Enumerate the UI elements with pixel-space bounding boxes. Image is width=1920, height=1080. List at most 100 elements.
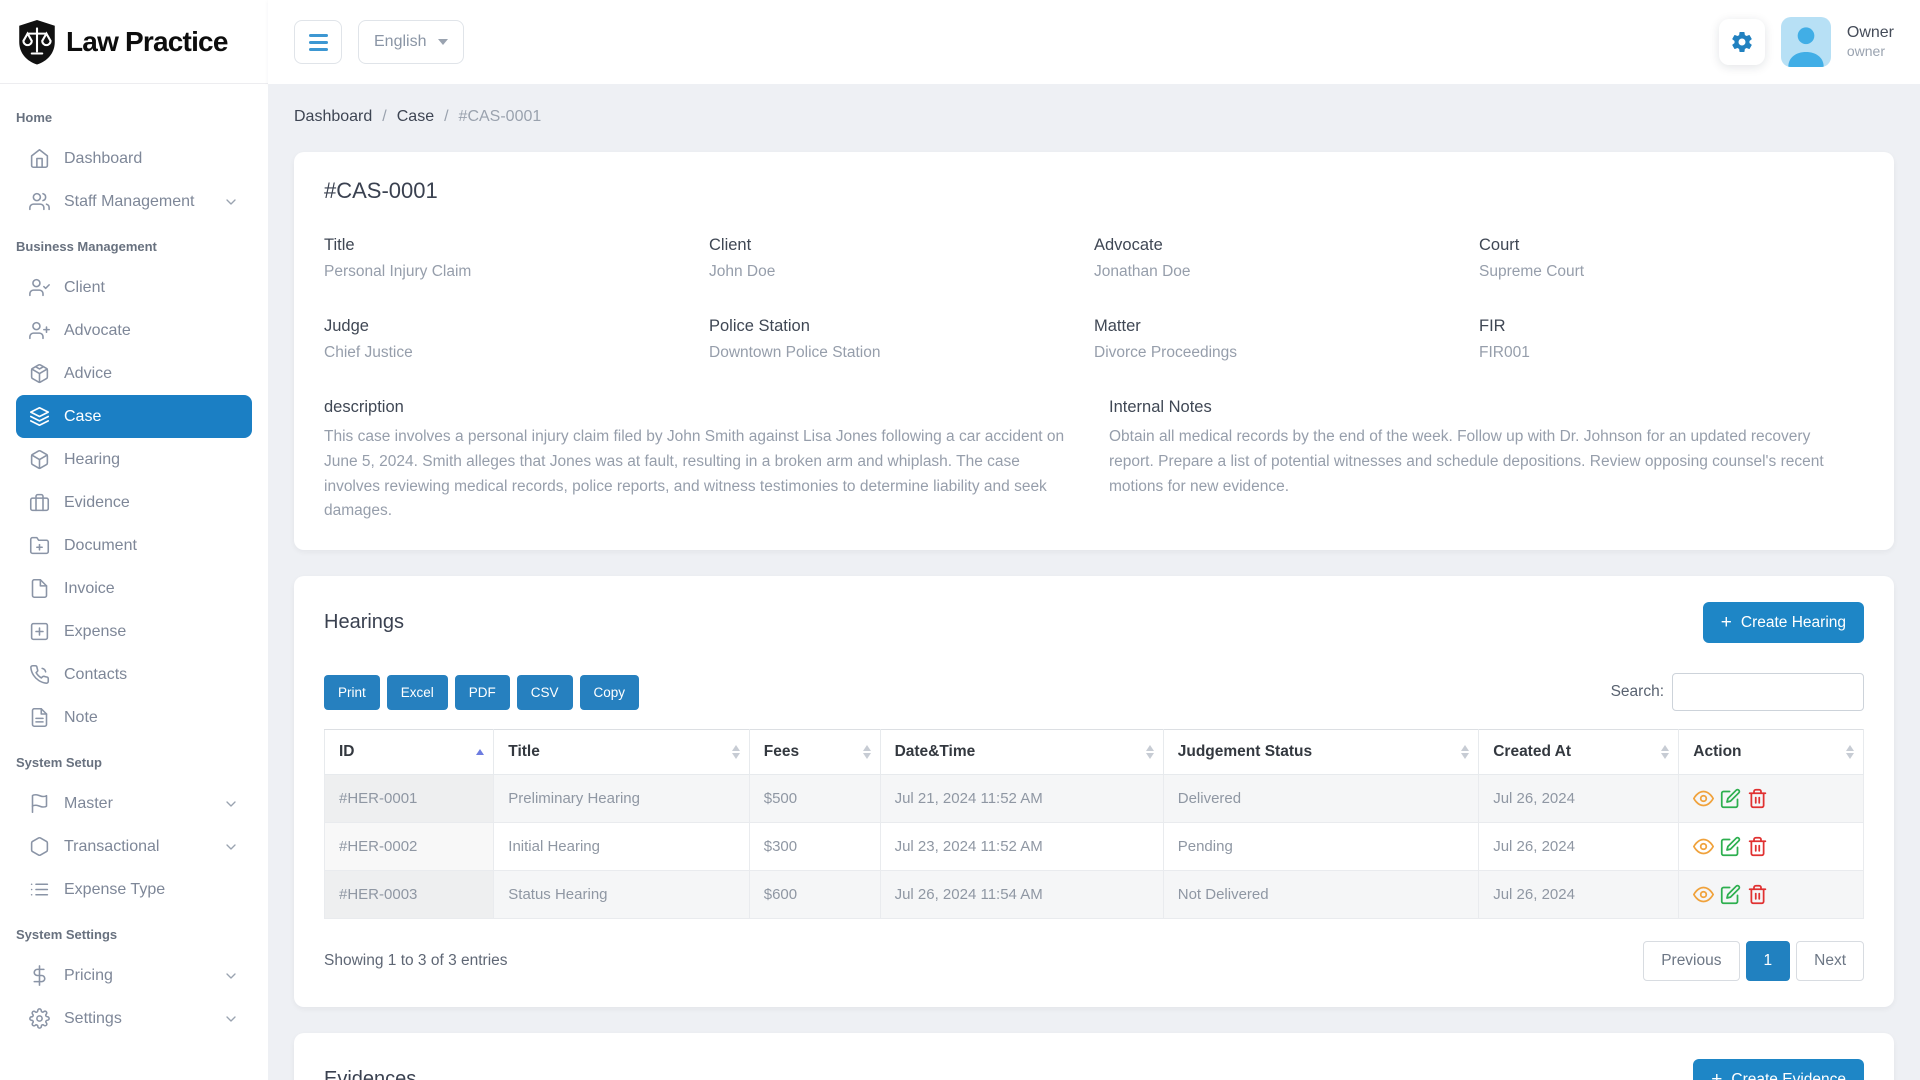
gear-icon bbox=[29, 1008, 50, 1029]
col-judgement-status[interactable]: Judgement Status bbox=[1163, 730, 1478, 775]
breadcrumb-current: #CAS-0001 bbox=[459, 108, 542, 126]
sidebar-item-case[interactable]: Case bbox=[16, 395, 252, 438]
delete-icon[interactable] bbox=[1747, 788, 1768, 809]
sidebar-item-label: Staff Management bbox=[64, 193, 194, 211]
case-number-title: #CAS-0001 bbox=[324, 178, 1864, 204]
sidebar-item-evidence[interactable]: Evidence bbox=[16, 481, 252, 524]
sidebar-item-label: Expense bbox=[64, 623, 126, 641]
user-plus-icon bbox=[29, 320, 50, 341]
sidebar-item-label: Document bbox=[64, 537, 137, 555]
page-1-button[interactable]: 1 bbox=[1746, 941, 1791, 981]
user-block[interactable]: Owner owner bbox=[1847, 23, 1894, 61]
col-created-at[interactable]: Created At bbox=[1479, 730, 1679, 775]
sidebar-item-label: Invoice bbox=[64, 580, 115, 598]
hearings-table: ID Title Fees Date&Time Judgement Status… bbox=[324, 729, 1864, 919]
sidebar-item-transactional[interactable]: Transactional bbox=[16, 825, 252, 868]
hearings-search-input[interactable] bbox=[1672, 673, 1864, 711]
sidebar-item-invoice[interactable]: Invoice bbox=[16, 567, 252, 610]
shield-scales-icon bbox=[16, 19, 58, 65]
col-title[interactable]: Title bbox=[494, 730, 749, 775]
edit-icon[interactable] bbox=[1720, 884, 1741, 905]
app-title: Law Practice bbox=[66, 26, 228, 58]
sort-asc-icon bbox=[476, 749, 484, 755]
sidebar-item-dashboard[interactable]: Dashboard bbox=[16, 137, 252, 180]
copy-button[interactable]: Copy bbox=[580, 675, 640, 710]
create-evidence-button[interactable]: + Create Evidence bbox=[1693, 1059, 1864, 1080]
table-row: #HER-0001 Preliminary Hearing $500 Jul 2… bbox=[325, 775, 1864, 823]
delete-icon[interactable] bbox=[1747, 836, 1768, 857]
view-icon[interactable] bbox=[1693, 836, 1714, 857]
sidebar-item-expense[interactable]: Expense bbox=[16, 610, 252, 653]
sidebar-item-hearing[interactable]: Hearing bbox=[16, 438, 252, 481]
settings-button[interactable] bbox=[1719, 19, 1765, 65]
breadcrumb: Dashboard / Case / #CAS-0001 bbox=[294, 108, 1894, 126]
sidebar-item-label: Evidence bbox=[64, 494, 130, 512]
table-info: Showing 1 to 3 of 3 entries bbox=[324, 952, 508, 970]
col-id[interactable]: ID bbox=[325, 730, 494, 775]
menu-toggle-button[interactable] bbox=[294, 20, 342, 64]
evidences-title: Evidences bbox=[324, 1068, 416, 1080]
sidebar-item-client[interactable]: Client bbox=[16, 266, 252, 309]
topbar: English Owner owner bbox=[268, 0, 1920, 84]
sidebar-item-label: Pricing bbox=[64, 967, 113, 985]
language-value: English bbox=[374, 33, 426, 51]
csv-button[interactable]: CSV bbox=[517, 675, 573, 710]
sidebar-item-master[interactable]: Master bbox=[16, 782, 252, 825]
pdf-button[interactable]: PDF bbox=[455, 675, 510, 710]
folder-plus-icon bbox=[29, 535, 50, 556]
sidebar-item-label: Advice bbox=[64, 365, 112, 383]
sidebar-item-settings[interactable]: Settings bbox=[16, 997, 252, 1040]
user-check-icon bbox=[29, 277, 50, 298]
hearings-card: Hearings + Create Hearing Print Excel PD… bbox=[294, 576, 1894, 1007]
table-row: #HER-0003 Status Hearing $600 Jul 26, 20… bbox=[325, 871, 1864, 919]
caret-down-icon bbox=[438, 39, 448, 45]
sidebar-item-staff-management[interactable]: Staff Management bbox=[16, 180, 252, 223]
codesandbox-icon bbox=[29, 363, 50, 384]
col-action[interactable]: Action bbox=[1679, 730, 1864, 775]
delete-icon[interactable] bbox=[1747, 884, 1768, 905]
excel-button[interactable]: Excel bbox=[387, 675, 448, 710]
view-icon[interactable] bbox=[1693, 884, 1714, 905]
field-judge: Judge Chief Justice bbox=[324, 317, 709, 362]
layers-icon bbox=[29, 406, 50, 427]
sidebar-item-expense-type[interactable]: Expense Type bbox=[16, 868, 252, 911]
status-badge: Delivered bbox=[1163, 775, 1478, 823]
chevron-down-icon bbox=[223, 194, 239, 210]
language-dropdown[interactable]: English bbox=[358, 20, 464, 64]
breadcrumb-dashboard[interactable]: Dashboard bbox=[294, 108, 372, 126]
edit-icon[interactable] bbox=[1720, 788, 1741, 809]
view-icon[interactable] bbox=[1693, 788, 1714, 809]
chevron-down-icon bbox=[223, 796, 239, 812]
previous-page-button[interactable]: Previous bbox=[1643, 941, 1739, 981]
col-datetime[interactable]: Date&Time bbox=[880, 730, 1163, 775]
app-logo[interactable]: Law Practice bbox=[0, 0, 268, 84]
create-hearing-button[interactable]: + Create Hearing bbox=[1703, 602, 1864, 643]
sidebar-item-document[interactable]: Document bbox=[16, 524, 252, 567]
dollar-icon bbox=[29, 965, 50, 986]
chevron-down-icon bbox=[223, 968, 239, 984]
edit-icon[interactable] bbox=[1720, 836, 1741, 857]
col-fees[interactable]: Fees bbox=[749, 730, 880, 775]
sidebar-item-advice[interactable]: Advice bbox=[16, 352, 252, 395]
status-badge: Not Delivered bbox=[1163, 871, 1478, 919]
avatar[interactable] bbox=[1781, 17, 1831, 67]
field-internal-notes: Internal Notes Obtain all medical record… bbox=[1109, 398, 1864, 524]
hearings-title: Hearings bbox=[324, 611, 404, 634]
print-button[interactable]: Print bbox=[324, 675, 380, 710]
file-text-icon bbox=[29, 707, 50, 728]
sort-icon bbox=[732, 745, 740, 759]
sidebar-item-label: Settings bbox=[64, 1010, 122, 1028]
table-row: #HER-0002 Initial Hearing $300 Jul 23, 2… bbox=[325, 823, 1864, 871]
sidebar-item-label: Transactional bbox=[64, 838, 159, 856]
breadcrumb-case[interactable]: Case bbox=[397, 108, 434, 126]
case-long-fields: description This case involves a persona… bbox=[324, 398, 1864, 524]
sidebar-item-note[interactable]: Note bbox=[16, 696, 252, 739]
flag-icon bbox=[29, 793, 50, 814]
file-icon bbox=[29, 578, 50, 599]
nav-section-system-settings: System Settings bbox=[16, 927, 250, 942]
next-page-button[interactable]: Next bbox=[1796, 941, 1864, 981]
sidebar-item-pricing[interactable]: Pricing bbox=[16, 954, 252, 997]
sidebar-item-contacts[interactable]: Contacts bbox=[16, 653, 252, 696]
sidebar-item-advocate[interactable]: Advocate bbox=[16, 309, 252, 352]
sort-icon bbox=[1661, 745, 1669, 759]
